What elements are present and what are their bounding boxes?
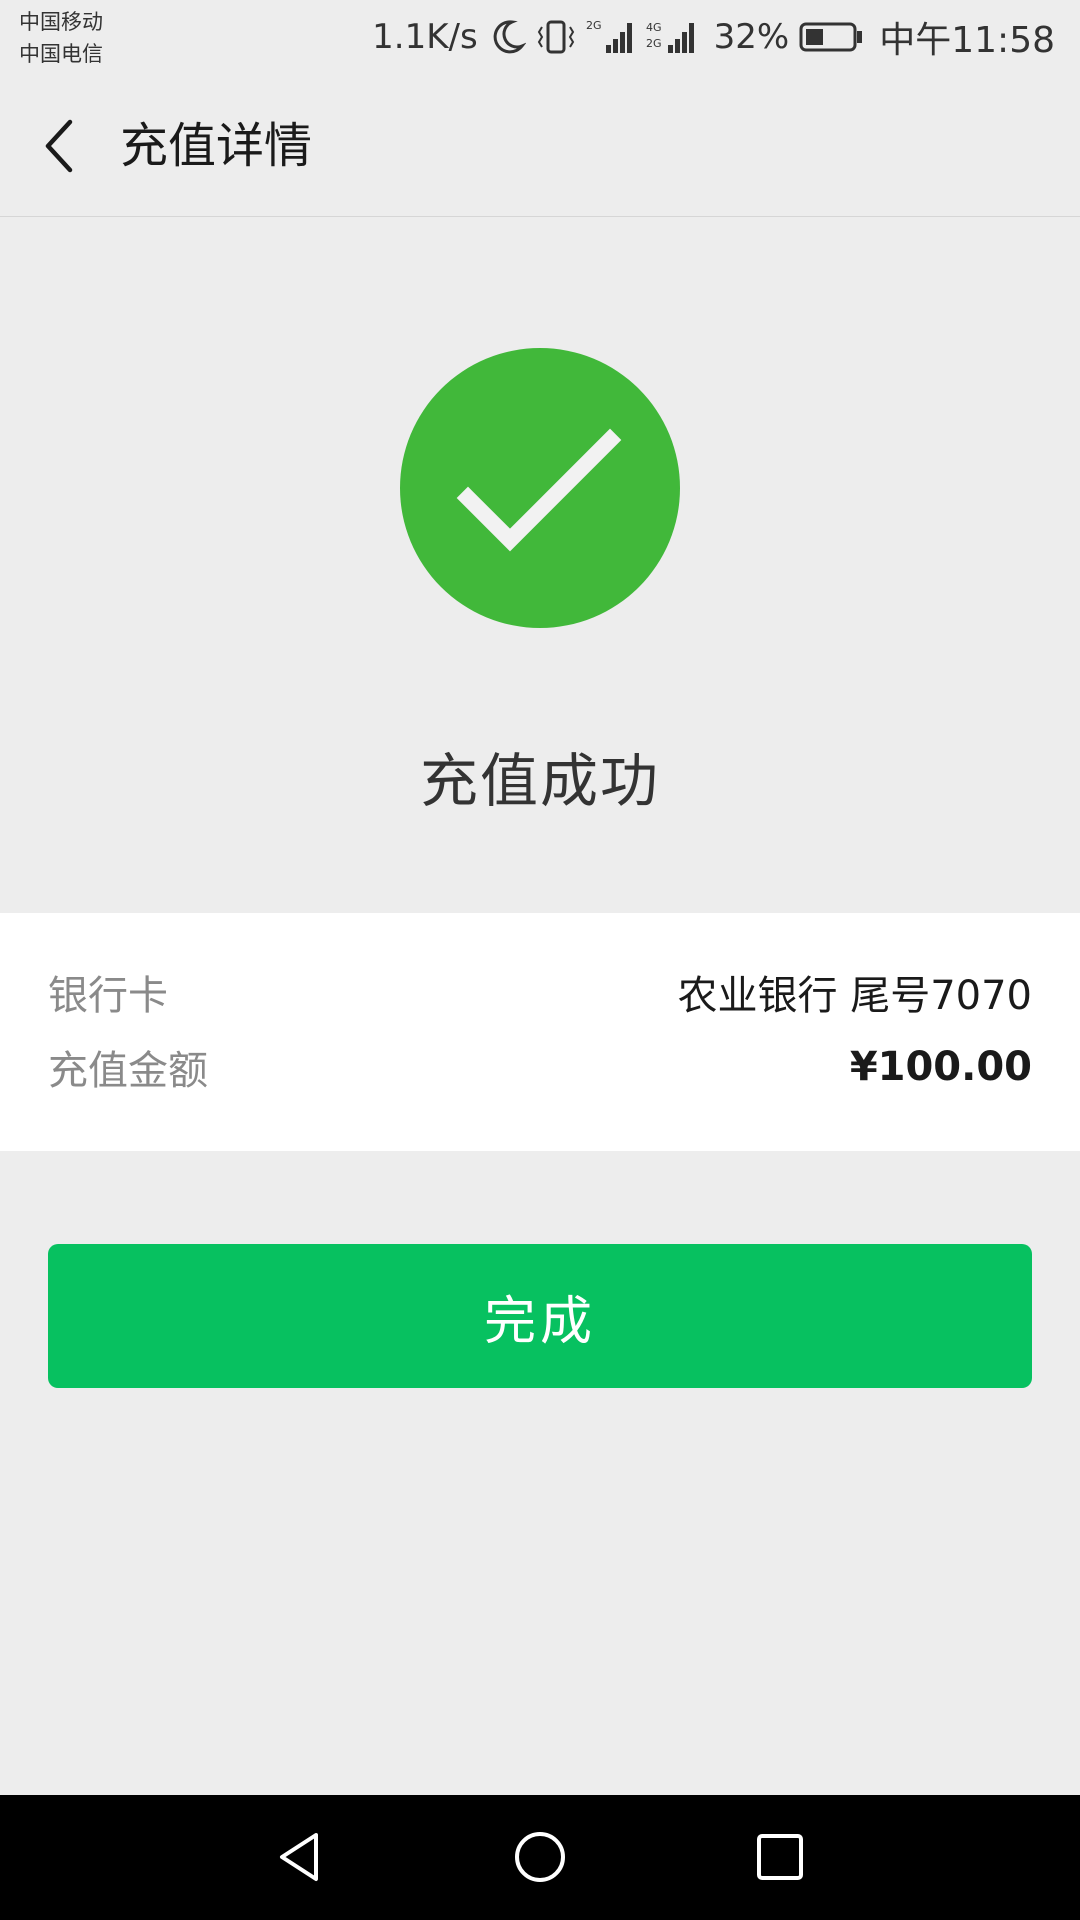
amount-label: 充值金额 [48, 1048, 208, 1094]
nav-home-button[interactable] [508, 1825, 572, 1889]
signal-4g-icon: 4G 2G [646, 17, 704, 57]
status-bar: 中国移动 中国电信 1.1K/s 2G 4G 2G 32% 中午11:58 [0, 0, 1080, 76]
success-check-icon [400, 348, 680, 628]
signal-2g-icon: 2G [586, 17, 636, 57]
battery-icon [799, 20, 863, 54]
svg-text:2G: 2G [646, 37, 662, 50]
status-right: 1.1K/s 2G 4G 2G 32% 中午11:58 [372, 12, 1055, 62]
back-button[interactable] [30, 111, 90, 181]
amount-row: 充值金额 ¥100.00 [48, 1037, 1032, 1097]
battery-percent: 32% [713, 17, 790, 57]
bank-card-row: 银行卡 农业银行 尾号7070 [48, 962, 1032, 1022]
title-bar: 充值详情 [0, 76, 1080, 217]
home-circle-icon [515, 1832, 565, 1882]
svg-text:2G: 2G [586, 19, 602, 32]
detail-card [0, 913, 1080, 1151]
clock: 中午11:58 [879, 20, 1055, 61]
svg-text:4G: 4G [646, 21, 662, 34]
page-title: 充值详情 [120, 118, 313, 174]
carrier-2: 中国电信 [19, 42, 103, 66]
system-nav-bar [0, 1795, 1080, 1920]
nav-recent-button[interactable] [748, 1825, 812, 1889]
bank-card-label: 银行卡 [48, 973, 168, 1019]
success-message: 充值成功 [419, 747, 660, 815]
carrier-1: 中国移动 [19, 10, 103, 34]
done-button-label: 完成 [483, 1291, 596, 1352]
nav-back-button[interactable] [268, 1825, 332, 1889]
done-button[interactable]: 完成 [48, 1244, 1032, 1388]
moon-icon [488, 18, 526, 56]
recent-square-icon [757, 1834, 803, 1880]
vibrate-icon [536, 17, 576, 57]
back-triangle-icon [280, 1833, 318, 1881]
back-arrow-icon [45, 119, 73, 173]
bank-card-value: 农业银行 尾号7070 [677, 973, 1032, 1019]
amount-value: ¥100.00 [849, 1044, 1032, 1090]
net-speed: 1.1K/s [372, 17, 478, 57]
carrier-info: 中国移动 中国电信 [19, 6, 103, 70]
